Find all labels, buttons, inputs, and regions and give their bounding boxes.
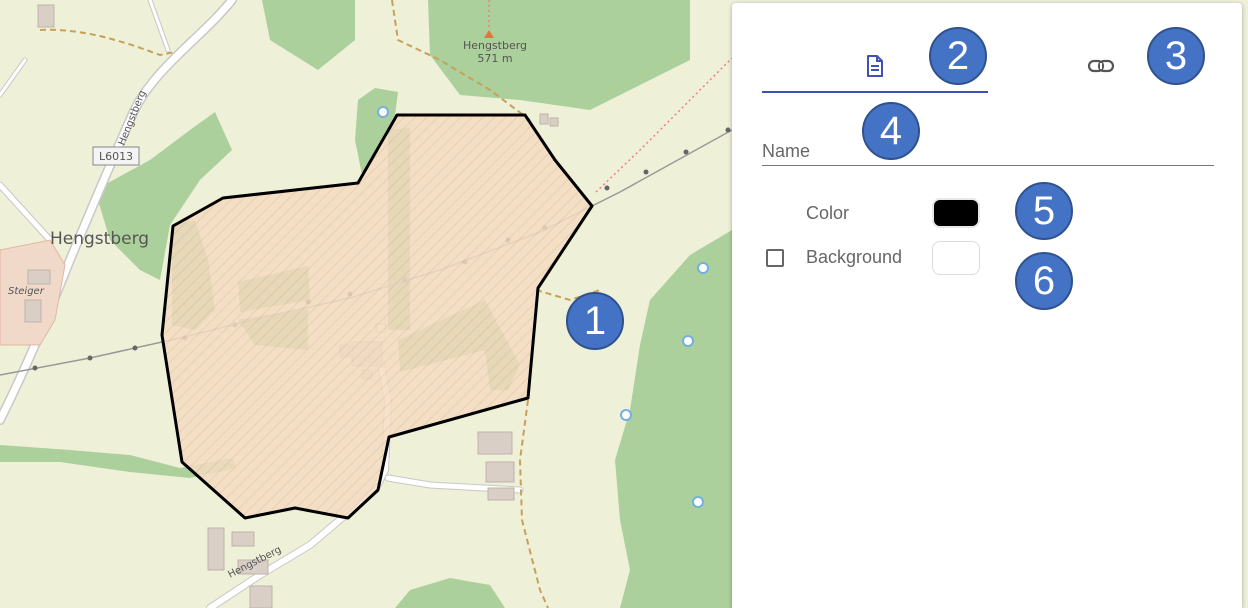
- background-checkbox[interactable]: [766, 249, 784, 267]
- callout-marker: 2: [929, 27, 987, 85]
- callout-marker: 6: [1015, 252, 1073, 310]
- style-panel: Color Background: [732, 3, 1242, 608]
- callout-marker: 3: [1147, 27, 1205, 85]
- callout-marker: 1: [566, 292, 624, 350]
- farm-label: Steiger: [8, 286, 45, 297]
- color-swatch[interactable]: [932, 198, 980, 228]
- peak-name-label: Hengstberg: [463, 39, 527, 52]
- link-icon: [1087, 59, 1115, 73]
- callout-marker: 5: [1015, 182, 1073, 240]
- background-label: Background: [806, 247, 903, 267]
- document-icon: [867, 55, 883, 77]
- callout-marker: 4: [862, 102, 920, 160]
- peak-elevation-label: 571 m: [477, 52, 512, 65]
- background-swatch[interactable]: [932, 241, 980, 275]
- village-label: Hengstberg: [50, 229, 149, 249]
- road-code-label: L6013: [99, 150, 133, 163]
- color-label: Color: [806, 203, 850, 223]
- name-field[interactable]: [762, 137, 1214, 166]
